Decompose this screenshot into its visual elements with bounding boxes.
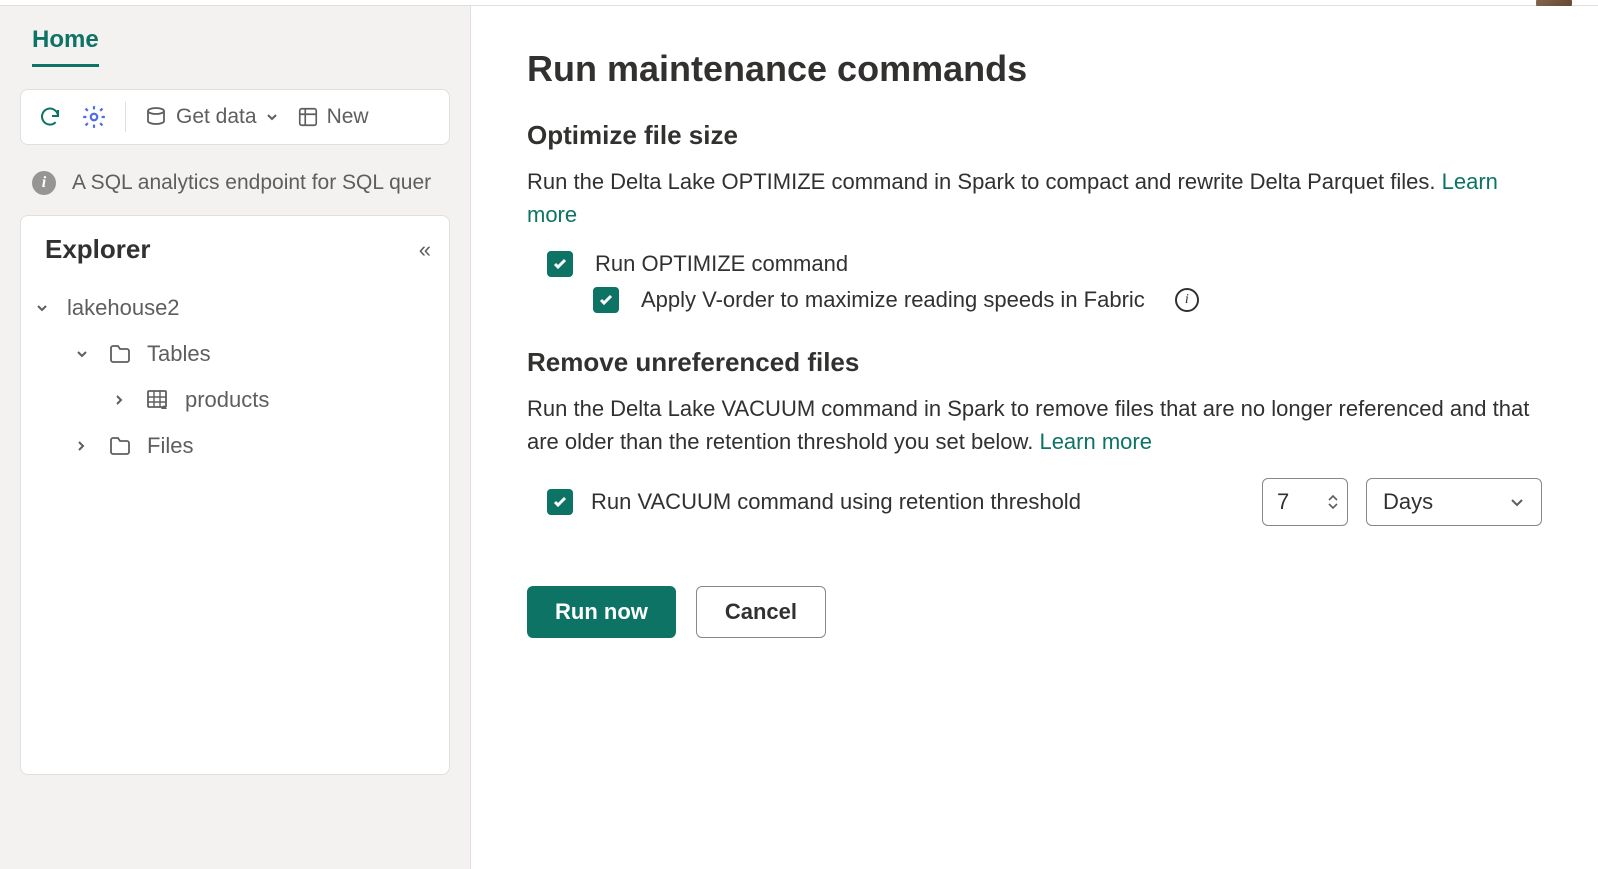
cancel-button[interactable]: Cancel — [696, 586, 826, 638]
vacuum-heading: Remove unreferenced files — [527, 347, 1542, 378]
database-icon — [144, 105, 168, 129]
sql-endpoint-banner: i A SQL analytics endpoint for SQL quer — [20, 171, 470, 195]
vorder-checkbox[interactable] — [593, 287, 619, 313]
explorer-title: Explorer — [45, 234, 151, 265]
run-now-button[interactable]: Run now — [527, 586, 676, 638]
collapse-panel-icon[interactable]: « — [419, 237, 431, 263]
explorer-panel: Explorer « lakehouse2 Tables — [20, 215, 450, 775]
retention-unit-select[interactable]: Days — [1366, 478, 1542, 526]
info-icon[interactable]: i — [1175, 288, 1199, 312]
tab-strip: Home — [20, 26, 470, 67]
run-vacuum-checkbox[interactable] — [547, 489, 573, 515]
run-optimize-label: Run OPTIMIZE command — [595, 251, 848, 277]
grid-icon — [297, 106, 319, 128]
button-row: Run now Cancel — [527, 586, 1542, 638]
new-label: New — [327, 105, 369, 129]
vacuum-learn-more-link[interactable]: Learn more — [1039, 429, 1152, 454]
refresh-icon[interactable] — [37, 104, 63, 130]
retention-number-input[interactable]: 7 — [1262, 478, 1348, 526]
run-optimize-checkbox-row: Run OPTIMIZE command — [547, 251, 1542, 277]
tree-node-lakehouse[interactable]: lakehouse2 — [35, 285, 449, 331]
toolbar: Get data New — [20, 89, 450, 145]
explorer-tree: lakehouse2 Tables products — [21, 277, 449, 469]
gear-icon[interactable] — [81, 104, 107, 130]
left-pane: Home Get data New i A SQL analytics endp… — [0, 6, 470, 866]
number-spinner[interactable] — [1327, 494, 1339, 510]
tree-label: products — [185, 387, 269, 413]
chevron-right-icon — [75, 439, 93, 453]
vorder-checkbox-row: Apply V-order to maximize reading speeds… — [593, 287, 1542, 313]
optimize-description: Run the Delta Lake OPTIMIZE command in S… — [527, 165, 1542, 231]
info-icon: i — [32, 171, 56, 195]
optimize-desc-text: Run the Delta Lake OPTIMIZE command in S… — [527, 169, 1442, 194]
new-button[interactable]: New — [297, 105, 369, 129]
chevron-up-icon[interactable] — [1327, 494, 1339, 502]
chevron-down-icon[interactable] — [1327, 502, 1339, 510]
get-data-button[interactable]: Get data — [144, 105, 279, 129]
banner-text: A SQL analytics endpoint for SQL quer — [72, 171, 431, 195]
optimize-heading: Optimize file size — [527, 120, 1542, 151]
vacuum-desc-text: Run the Delta Lake VACUUM command in Spa… — [527, 396, 1529, 454]
tree-node-tables[interactable]: Tables — [35, 331, 449, 377]
run-vacuum-label: Run VACUUM command using retention thres… — [591, 489, 1081, 515]
toolbar-separator — [125, 102, 126, 132]
tree-node-files[interactable]: Files — [35, 423, 449, 469]
chevron-right-icon — [113, 393, 131, 407]
chevron-down-icon — [75, 347, 93, 361]
chevron-down-icon — [35, 301, 53, 315]
vacuum-description: Run the Delta Lake VACUUM command in Spa… — [527, 392, 1542, 458]
table-icon — [145, 387, 171, 413]
panel-title: Run maintenance commands — [527, 48, 1542, 90]
tree-node-products[interactable]: products — [35, 377, 449, 423]
retention-number-value: 7 — [1277, 489, 1289, 515]
maintenance-panel: Run maintenance commands Optimize file s… — [470, 6, 1598, 869]
vorder-label: Apply V-order to maximize reading speeds… — [641, 287, 1145, 313]
chevron-down-icon — [265, 110, 279, 124]
get-data-label: Get data — [176, 105, 257, 129]
folder-icon — [107, 341, 133, 367]
tree-label: Files — [147, 433, 193, 459]
tree-label: lakehouse2 — [67, 295, 180, 321]
tab-home[interactable]: Home — [32, 26, 99, 67]
run-optimize-checkbox[interactable] — [547, 251, 573, 277]
tree-label: Tables — [147, 341, 211, 367]
chevron-down-icon — [1509, 494, 1525, 510]
folder-icon — [107, 433, 133, 459]
retention-row: Run VACUUM command using retention thres… — [547, 478, 1542, 526]
retention-unit-value: Days — [1383, 489, 1433, 515]
